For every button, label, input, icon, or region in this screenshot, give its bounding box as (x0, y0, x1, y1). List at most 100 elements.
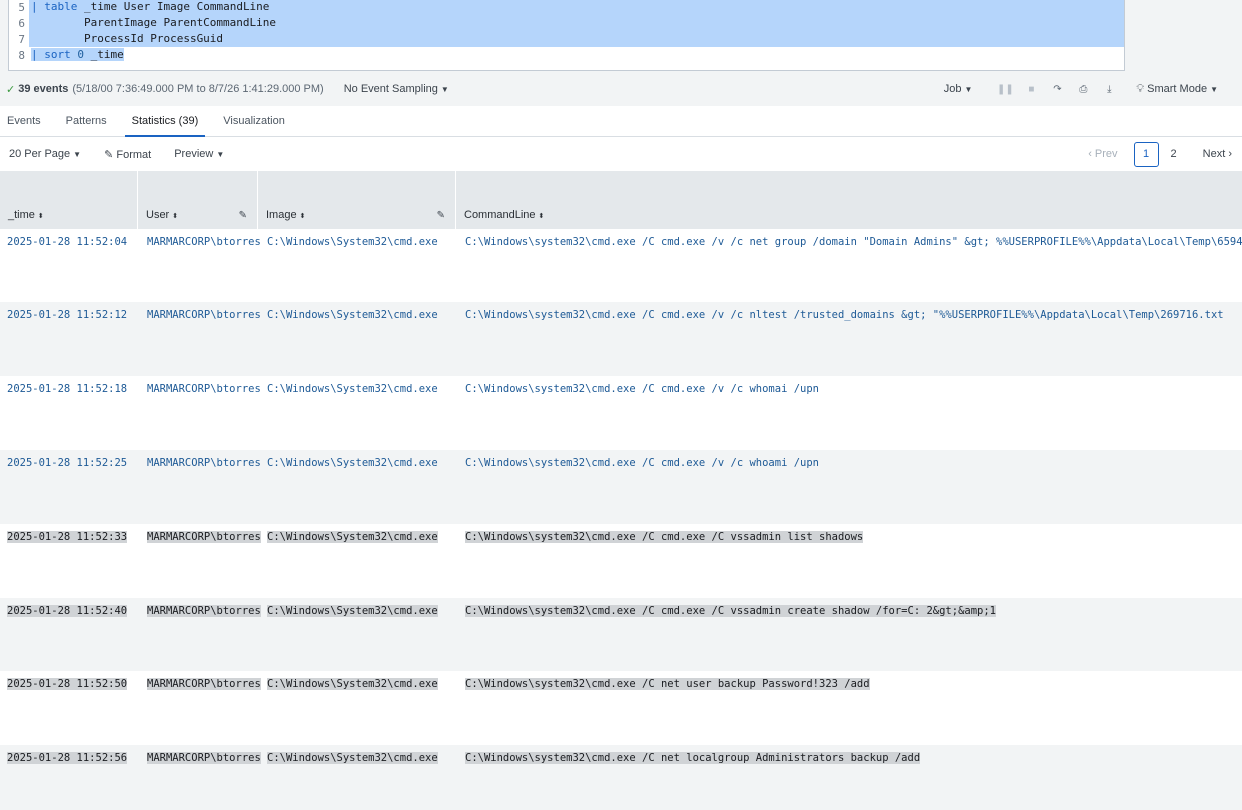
cell-commandline[interactable]: C:\Windows\system32\cmd.exe /C cmd.exe /… (465, 457, 819, 469)
cell-image[interactable]: C:\Windows\System32\cmd.exe (267, 752, 438, 764)
command-token: sort (44, 48, 71, 61)
sort-icon[interactable]: ⬍ (300, 213, 306, 220)
pipe-token: | (31, 0, 38, 13)
export-icon[interactable]: ⤓ (1096, 84, 1122, 95)
search-editor[interactable]: 5 | table _time User Image CommandLine 6… (8, 0, 1125, 71)
cell-commandline[interactable]: C:\Windows\system32\cmd.exe /C cmd.exe /… (465, 383, 819, 395)
results-toolbar: 20 Per Page ▼ ✎ Format Preview ▼ ‹ Prev 1 … (0, 137, 1242, 171)
cell-image[interactable]: C:\Windows\System32\cmd.exe (267, 457, 438, 469)
editor-line[interactable]: 5 | table _time User Image CommandLine (9, 0, 1124, 15)
table-row[interactable]: 2025-01-28 11:52:04 MARMARCORP\btorres C… (0, 229, 1242, 302)
cell-image[interactable]: C:\Windows\System32\cmd.exe (267, 678, 438, 690)
pencil-icon[interactable]: ✎ (437, 210, 445, 221)
tab-statistics[interactable]: Statistics (39) (124, 106, 206, 137)
cell-commandline[interactable]: C:\Windows\system32\cmd.exe /C net local… (465, 752, 921, 764)
table-row[interactable]: 2025-01-28 11:52:25 MARMARCORP\btorres C… (0, 450, 1242, 524)
per-page-label: 20 Per Page (9, 148, 71, 160)
column-label: User (146, 209, 170, 221)
table-row[interactable]: 2025-01-28 11:52:33 MARMARCORP\btorres C… (0, 524, 1242, 598)
cell-user[interactable]: MARMARCORP\btorres (147, 236, 261, 248)
cell-time[interactable]: 2025-01-28 11:52:33 (7, 531, 128, 543)
preview-dropdown[interactable]: Preview ▼ (174, 148, 224, 160)
caret-down-icon: ▼ (964, 85, 973, 94)
number-token: 0 (77, 48, 84, 61)
cell-time[interactable]: 2025-01-28 11:52:18 (7, 383, 127, 395)
column-header-user[interactable]: User ⬍ ✎ (138, 171, 258, 229)
tab-patterns[interactable]: Patterns (59, 106, 114, 137)
table-row[interactable]: 2025-01-28 11:52:12 MARMARCORP\btorres C… (0, 302, 1242, 376)
job-menu[interactable]: Job ▼ (944, 83, 973, 95)
page-2-button[interactable]: 2 (1171, 148, 1177, 160)
cell-user[interactable]: MARMARCORP\btorres (147, 309, 261, 321)
share-icon[interactable]: ↷ (1044, 84, 1070, 95)
cell-time[interactable]: 2025-01-28 11:52:25 (7, 457, 127, 469)
cell-time[interactable]: 2025-01-28 11:52:50 (7, 678, 128, 690)
page-1-button[interactable]: 1 (1133, 141, 1159, 167)
column-header-time[interactable]: _time ⬍ (0, 171, 138, 229)
editor-line[interactable]: 7 ProcessId ProcessGuid (9, 31, 1124, 47)
next-page-button[interactable]: Next › (1203, 148, 1232, 160)
cell-commandline[interactable]: C:\Windows\system32\cmd.exe /C cmd.exe /… (465, 236, 1242, 248)
column-label: CommandLine (464, 209, 536, 221)
cell-image[interactable]: C:\Windows\System32\cmd.exe (267, 605, 438, 617)
cell-user[interactable]: MARMARCORP\btorres (147, 605, 261, 617)
search-mode-dropdown[interactable]: 💡︎ Smart Mode ▼ (1136, 83, 1218, 96)
job-label: Job (943, 83, 962, 95)
table-row[interactable]: 2025-01-28 11:52:18 MARMARCORP\btorres C… (0, 376, 1242, 450)
cell-image[interactable]: C:\Windows\System32\cmd.exe (267, 531, 438, 543)
column-header-image[interactable]: Image ⬍ ✎ (258, 171, 456, 229)
event-sampling-dropdown[interactable]: No Event Sampling ▼ (344, 83, 449, 95)
pencil-icon[interactable]: ✎ (239, 210, 247, 221)
cell-time[interactable]: 2025-01-28 11:52:04 (7, 236, 127, 248)
caret-down-icon: ▼ (73, 150, 82, 159)
cell-user[interactable]: MARMARCORP\btorres (147, 531, 261, 543)
print-icon[interactable]: ⎙ (1070, 84, 1096, 95)
sort-icon[interactable]: ⬍ (172, 213, 178, 220)
tab-visualization[interactable]: Visualization (216, 106, 292, 137)
column-header-commandline[interactable]: CommandLine ⬍ (456, 171, 1242, 229)
pencil-icon: ✎ (104, 148, 114, 161)
cell-user[interactable]: MARMARCORP\btorres (147, 752, 261, 764)
cell-time[interactable]: 2025-01-28 11:52:12 (7, 309, 127, 321)
sort-icon[interactable]: ⬍ (539, 213, 545, 220)
pipe-token: | (31, 48, 38, 61)
cell-commandline[interactable]: C:\Windows\system32\cmd.exe /C cmd.exe /… (465, 605, 997, 617)
args-token: _time User Image CommandLine (77, 0, 270, 13)
table-row[interactable]: 2025-01-28 11:52:50 MARMARCORP\btorres C… (0, 671, 1242, 745)
event-count: 39 events (18, 83, 69, 95)
event-sampling-label: No Event Sampling (343, 83, 438, 95)
cell-user[interactable]: MARMARCORP\btorres (147, 383, 261, 395)
sort-icon[interactable]: ⬍ (38, 213, 44, 220)
cell-time[interactable]: 2025-01-28 11:52:56 (7, 752, 128, 764)
cell-image[interactable]: C:\Windows\System32\cmd.exe (267, 236, 438, 248)
editor-line[interactable]: 8 | sort 0 _time (9, 47, 1124, 63)
time-range: (5/18/00 7:36:49.000 PM to 8/7/26 1:41:2… (72, 83, 324, 95)
cell-commandline[interactable]: C:\Windows\system32\cmd.exe /C cmd.exe /… (465, 309, 1224, 321)
pause-icon[interactable]: ❚❚ (992, 84, 1018, 95)
line-number: 5 (18, 0, 25, 14)
job-status-bar: ✓ 39 events (5/18/00 7:36:49.000 PM to 8… (0, 76, 1242, 102)
tab-events[interactable]: Events (0, 106, 48, 137)
table-row[interactable]: 2025-01-28 11:52:40 MARMARCORP\btorres C… (0, 598, 1242, 671)
per-page-dropdown[interactable]: 20 Per Page ▼ (9, 148, 81, 160)
table-row[interactable]: 2025-01-28 11:52:56 MARMARCORP\btorres C… (0, 745, 1242, 810)
stop-icon[interactable]: ■ (1018, 84, 1044, 95)
command-token: table (44, 0, 78, 13)
cell-time[interactable]: 2025-01-28 11:52:40 (7, 605, 128, 617)
column-label: _time (8, 209, 35, 221)
pagination: ‹ Prev 1 2 Next › (1076, 141, 1232, 167)
format-label: Format (116, 148, 152, 161)
cell-user[interactable]: MARMARCORP\btorres (147, 678, 261, 690)
prev-page-button[interactable]: ‹ Prev (1088, 148, 1117, 160)
cell-image[interactable]: C:\Windows\System32\cmd.exe (267, 309, 438, 321)
args-token: ParentImage ParentCommandLine (29, 15, 1124, 31)
cell-user[interactable]: MARMARCORP\btorres (147, 457, 261, 469)
caret-down-icon: ▼ (440, 85, 449, 94)
cell-commandline[interactable]: C:\Windows\system32\cmd.exe /C cmd.exe /… (465, 531, 864, 543)
format-button[interactable]: ✎ Format (104, 148, 151, 161)
editor-line[interactable]: 6 ParentImage ParentCommandLine (9, 15, 1124, 31)
cell-commandline[interactable]: C:\Windows\system32\cmd.exe /C net user … (465, 678, 870, 690)
line-number: 6 (18, 16, 25, 30)
checkmark-icon: ✓ (6, 83, 16, 96)
cell-image[interactable]: C:\Windows\System32\cmd.exe (267, 383, 438, 395)
